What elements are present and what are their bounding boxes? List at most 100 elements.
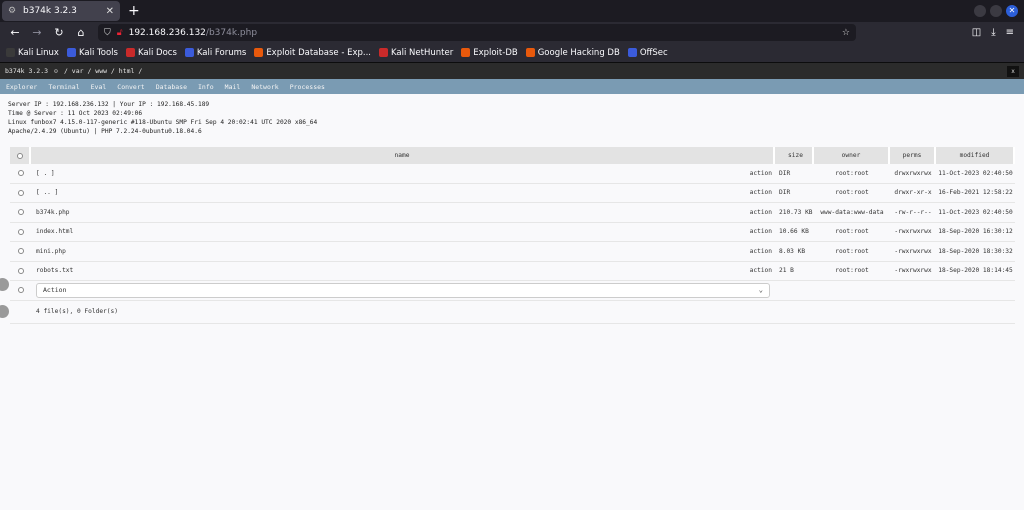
file-name-link[interactable]: [ .. ] [36,189,746,196]
modified-cell: 11-Oct-2023 02:40:50 [938,169,1013,177]
action-link[interactable]: action [746,248,772,255]
table-row[interactable]: robots.txt action 21 B root:root -rwxrwxrwx 1… [10,262,1015,281]
action-link[interactable]: action [746,228,772,235]
file-name-link[interactable]: index.html [36,228,746,235]
bookmark-favicon-icon [66,48,76,57]
row-checkbox[interactable] [10,267,31,274]
header-size[interactable]: size [775,147,814,164]
minimize-button[interactable] [974,5,986,17]
bookmark-label: Exploit Database - Exp... [266,47,371,58]
owner-cell: root:root [835,169,869,177]
pocket-icon[interactable]: ◫ [972,27,981,38]
bookmark-item[interactable]: Kali Docs [125,47,177,58]
back-icon[interactable]: ← [4,26,26,39]
menu-item-info[interactable]: Info [198,83,214,91]
browser-tab-bar: ⚙ b374k 3.2.3 ✕ + ✕ [0,0,1024,22]
name-cell: mini.php action [31,248,775,255]
bookmark-item[interactable]: Kali Tools [66,48,118,58]
shell-menu: Explorer Terminal Eval Convert Database Info M… [0,79,1024,94]
browser-tab[interactable]: ⚙ b374k 3.2.3 ✕ [2,1,120,21]
row-checkbox[interactable] [10,189,31,196]
tab-close-icon[interactable]: ✕ [106,6,114,17]
action-link[interactable]: action [746,170,772,177]
header-name[interactable]: name [31,147,775,164]
download-icon[interactable]: ⤓ [991,27,995,38]
bookmark-favicon-icon [525,48,535,57]
shell-title[interactable]: b374k 3.2.3 [5,67,48,75]
bookmark-item[interactable]: Google Hacking DB [525,48,620,58]
modified-cell: 18-Sep-2020 18:14:45 [938,267,1013,275]
bookmark-favicon-icon [184,48,194,57]
side-scroll-button-down[interactable] [0,305,9,318]
menu-icon[interactable]: ≡ [1006,27,1014,38]
action-link[interactable]: action [746,189,772,196]
header-perms[interactable]: perms [890,147,936,164]
action-link[interactable]: action [746,209,772,216]
window-close-button[interactable]: ✕ [1006,5,1018,17]
perms-cell[interactable]: -rwxrwxrwx [890,267,936,274]
owner-cell: root:root [835,228,869,236]
home-icon[interactable]: ⌂ [70,26,92,39]
size-cell: 8.03 KB [779,247,806,255]
table-row[interactable]: mini.php action 8.03 KB root:root -rwxrwxrwx… [10,242,1015,262]
chevron-down-icon: ⌄ [758,286,763,295]
bookmark-item[interactable]: Kali Linux [6,48,59,58]
bookmark-item[interactable]: Kali NetHunter [379,48,453,58]
perms-cell[interactable]: -rwxrwxrwx [890,228,936,235]
modified-cell: 16-Feb-2021 12:58:22 [938,189,1013,197]
row-checkbox[interactable] [10,170,31,177]
action-select[interactable]: Action ⌄ [36,282,770,298]
perms-cell[interactable]: drwxr-xr-x [890,189,936,196]
file-name-link[interactable]: [ . ] [36,170,746,177]
summary-row: 4 file(s), 0 Folder(s) [10,301,1015,324]
bookmark-item[interactable]: Exploit-DB [461,48,518,58]
name-cell: [ . ] action [31,170,775,177]
gear-icon[interactable]: ⚙ [54,67,58,75]
forward-icon[interactable]: → [26,26,48,39]
perms-cell[interactable]: -rw-r--r-- [890,209,936,216]
file-name-link[interactable]: mini.php [36,248,746,255]
menu-item-database[interactable]: Database [156,83,187,91]
name-cell: robots.txt action [31,267,775,274]
row-checkbox[interactable] [10,228,31,235]
row-checkbox[interactable] [10,209,31,216]
menu-item-convert[interactable]: Convert [117,83,144,91]
action-link[interactable]: action [746,267,772,274]
bookmark-item[interactable]: Kali Forums [184,48,246,58]
bookmark-item[interactable]: OffSec [627,48,668,58]
menu-item-eval[interactable]: Eval [91,83,107,91]
action-row-checkbox[interactable] [10,287,31,294]
menu-item-terminal[interactable]: Terminal [48,83,79,91]
header-modified[interactable]: modified [936,147,1015,164]
header-owner[interactable]: owner [814,147,890,164]
menu-item-network[interactable]: Network [251,83,278,91]
new-tab-button[interactable]: + [128,3,140,19]
table-row[interactable]: index.html action 10.66 KB root:root -rwxrwx… [10,223,1015,242]
menu-item-processes[interactable]: Processes [290,83,325,91]
bookmark-label: Kali Docs [137,47,177,58]
name-cell: b374k.php action [31,209,775,216]
file-name-link[interactable]: b374k.php [36,209,746,216]
select-all-checkbox[interactable] [10,147,31,164]
perms-cell[interactable]: -rwxrwxrwx [890,248,936,255]
file-name-link[interactable]: robots.txt [36,267,746,274]
kernel-line: Linux funbox7 4.15.0-117-generic #118-Ub… [8,119,318,126]
row-checkbox[interactable] [10,248,31,255]
perms-cell[interactable]: drwxrwxrwx [890,170,936,177]
insecure-lock-icon[interactable]: 🔓︎ [117,28,123,38]
logout-button[interactable]: x [1007,65,1019,77]
url-bar[interactable]: ⛉ 🔓︎ 192.168.236.132/b374k.php ☆ [98,24,856,41]
current-path[interactable]: / var / www / html / [64,67,142,75]
bookmark-item[interactable]: Exploit Database - Exp... [254,48,371,58]
menu-item-explorer[interactable]: Explorer [6,83,37,91]
reload-icon[interactable]: ↻ [48,26,70,39]
side-scroll-button-up[interactable] [0,278,9,291]
table-row[interactable]: b374k.php action 210.73 KB www-data:www-dat… [10,203,1015,223]
menu-item-mail[interactable]: Mail [225,83,241,91]
bookmark-star-icon[interactable]: ☆ [842,28,850,38]
table-row[interactable]: [ . ] action DIR root:root drwxrwxrwx 11-Oct-… [10,164,1015,184]
table-row[interactable]: [ .. ] action DIR root:root drwxr-xr-x 16-Feb… [10,184,1015,203]
url-path: /b374k.php [205,27,258,38]
maximize-button[interactable] [990,5,1002,17]
url-host: 192.168.236.132 [128,27,206,38]
